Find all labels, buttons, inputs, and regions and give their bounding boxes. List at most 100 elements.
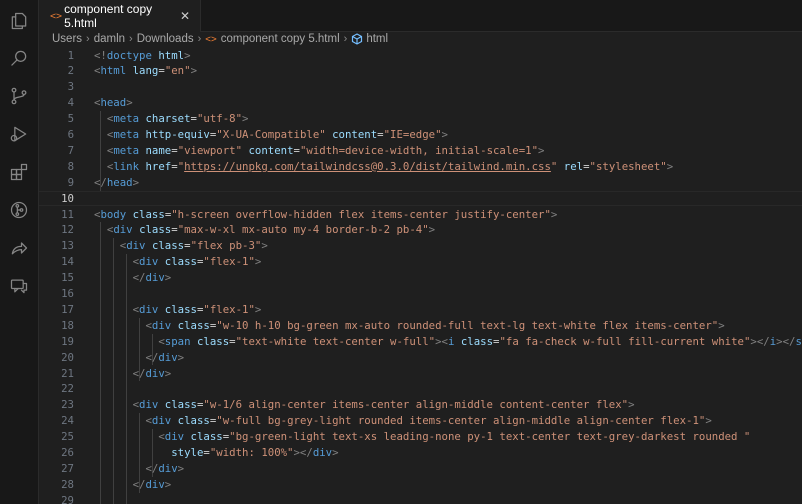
- line-number: 14: [61, 255, 74, 269]
- tab-label: component copy 5.html: [64, 2, 153, 30]
- code-token: "w-10 h-10 bg-green mx-auto rounded-full…: [216, 318, 719, 332]
- code-text: <meta http-equiv="X-UA-Compatible" conte…: [94, 127, 448, 143]
- code-line[interactable]: 11 <body class="h-screen overflow-hidden …: [39, 207, 802, 223]
- code-token: html: [158, 48, 185, 62]
- extensions-icon[interactable]: [8, 161, 30, 183]
- code-line[interactable]: 29: [39, 493, 802, 504]
- activity-bar: [0, 0, 39, 504]
- breadcrumb-symbol[interactable]: html: [366, 33, 388, 45]
- code-token: div: [312, 446, 333, 459]
- code-line[interactable]: 22: [39, 381, 802, 397]
- code-token: ></: [293, 446, 313, 459]
- code-token: >: [254, 302, 262, 316]
- code-text: <link href="https://unpkg.com/tailwindcs…: [94, 159, 673, 175]
- code-line[interactable]: 21 </div>: [39, 366, 802, 382]
- code-token: "flex-1": [203, 302, 255, 316]
- source-control-icon[interactable]: [8, 85, 30, 107]
- code-line[interactable]: 26 style="width: 100%"></div>: [39, 445, 802, 461]
- code-token: doctype: [106, 48, 152, 62]
- chevron-right-icon: ›: [343, 33, 348, 45]
- line-number: 4: [67, 96, 74, 110]
- code-line[interactable]: 12 <div class="max-w-xl mx-auto my-4 bor…: [39, 222, 802, 238]
- code-line[interactable]: 8 <link href="https://unpkg.com/tailwind…: [39, 159, 802, 175]
- code-token: "en": [164, 64, 191, 78]
- code-line[interactable]: 16: [39, 286, 802, 302]
- code-line[interactable]: 5 <meta charset="utf-8">: [39, 111, 802, 127]
- code-line[interactable]: 25 <div class="bg-green-light text-xs le…: [39, 429, 802, 445]
- code-token: span: [164, 334, 191, 348]
- html-file-icon: <>: [205, 33, 217, 45]
- code-line[interactable]: 19 <span class="text-white text-center w…: [39, 334, 802, 350]
- code-editor[interactable]: 1 <!doctype html> 2 <html lang="en"> 3 4 <head…: [39, 47, 802, 504]
- code-token: ><: [435, 334, 448, 348]
- remote-share-icon[interactable]: [8, 237, 30, 259]
- line-number: 29: [61, 493, 74, 504]
- code-line[interactable]: 6 <meta http-equiv="X-UA-Compatible" con…: [39, 127, 802, 143]
- code-line[interactable]: 4 <head>: [39, 95, 802, 111]
- code-token: head: [106, 175, 133, 189]
- code-line[interactable]: 2 <html lang="en">: [39, 63, 802, 79]
- code-token: </: [132, 271, 146, 285]
- code-line[interactable]: 20 </div>: [39, 350, 802, 366]
- explorer-icon[interactable]: [8, 10, 30, 32]
- search-icon[interactable]: [8, 47, 30, 69]
- code-token: html: [100, 64, 127, 78]
- code-line[interactable]: 23 <div class="w-1/6 align-center items-…: [39, 397, 802, 413]
- code-token: "width=device-width, initial-scale=1": [299, 143, 539, 157]
- code-text: style="width: 100%"></div>: [94, 445, 338, 461]
- code-text: <div class="flex-1">: [94, 254, 262, 270]
- code-token: >: [550, 207, 558, 221]
- code-line[interactable]: 24 <div class="w-full bg-grey-light roun…: [39, 413, 802, 429]
- tab-component-copy-5[interactable]: <> component copy 5.html ✕: [39, 0, 201, 32]
- code-token: content: [248, 143, 294, 157]
- code-token: "width: 100%": [209, 446, 294, 459]
- code-line[interactable]: 3: [39, 79, 802, 95]
- code-token: meta: [113, 112, 140, 126]
- code-line[interactable]: 17 <div class="flex-1">: [39, 302, 802, 318]
- code-line[interactable]: 15 </div>: [39, 270, 802, 286]
- code-line[interactable]: 28 </div>: [39, 477, 802, 493]
- code-token: </: [132, 366, 146, 380]
- code-token: >: [441, 128, 448, 141]
- code-line[interactable]: 27 </div>: [39, 461, 802, 477]
- code-token: class: [164, 302, 197, 316]
- line-number: 13: [61, 239, 74, 253]
- code-token: class: [196, 334, 230, 348]
- breadcrumb-downloads[interactable]: Downloads: [137, 33, 194, 45]
- code-token: div: [151, 318, 172, 332]
- code-token: charset: [145, 112, 191, 126]
- code-token: "fa fa-check w-full fill-current white": [499, 334, 751, 348]
- run-debug-icon[interactable]: [8, 123, 30, 145]
- code-token: https://unpkg.com/tailwindcss@0.3.0/dist…: [184, 159, 551, 173]
- breadcrumb-file[interactable]: component copy 5.html: [221, 33, 340, 45]
- code-text: <span class="text-white text-center w-fu…: [94, 334, 802, 350]
- close-icon[interactable]: ✕: [180, 9, 190, 23]
- code-line[interactable]: 1 <!doctype html>: [39, 48, 802, 64]
- line-number: 21: [61, 366, 74, 380]
- code-line[interactable]: 9 </head>: [39, 175, 802, 191]
- git-lens-icon[interactable]: [8, 199, 30, 221]
- code-line[interactable]: 13 <div class="flex pb-3">: [39, 238, 802, 254]
- code-token: "bg-green-light text-xs leading-none py-…: [229, 430, 751, 444]
- breadcrumb-damln[interactable]: damln: [94, 33, 125, 45]
- code-token: "w-full bg-grey-light rounded items-cent…: [216, 414, 706, 428]
- breadcrumb-users[interactable]: Users: [52, 33, 82, 45]
- code-token: style: [171, 446, 204, 459]
- code-line[interactable]: 7 <meta name="viewport" content="width=d…: [39, 143, 802, 159]
- code-token: >: [126, 96, 133, 110]
- code-line[interactable]: 18 <div class="w-10 h-10 bg-green mx-aut…: [39, 318, 802, 334]
- code-line[interactable]: 10: [39, 191, 802, 207]
- code-token: </: [94, 175, 107, 189]
- comments-icon[interactable]: [8, 275, 30, 297]
- code-token: >: [538, 143, 545, 157]
- code-line[interactable]: 14 <div class="flex-1">: [39, 254, 802, 270]
- code-token: "stylesheet": [589, 159, 667, 173]
- code-text: <div class="w-full bg-grey-light rounded…: [94, 413, 711, 429]
- html-file-icon: <>: [50, 10, 63, 22]
